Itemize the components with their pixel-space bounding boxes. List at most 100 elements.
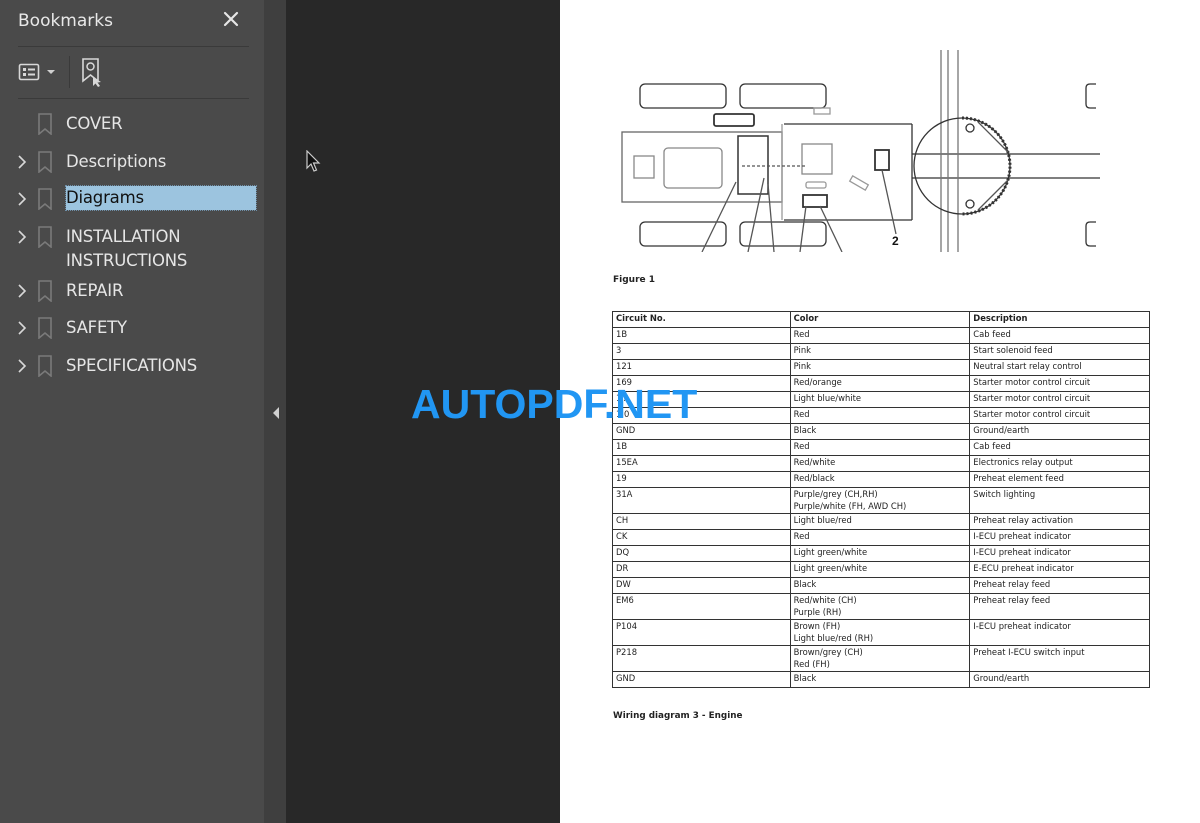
circuit-cell: 1 0 xyxy=(612,407,791,424)
description-cell: Cab feed xyxy=(969,439,1150,456)
color-cell: Pink xyxy=(789,343,971,360)
callout-lines xyxy=(701,177,843,252)
bookmark-icon xyxy=(38,279,52,302)
circuit-cell: DW xyxy=(612,577,791,594)
circuit-cell: 1B xyxy=(612,327,791,344)
bookmark-item-installation-instructions[interactable]: INSTALLATION INSTRUCTIONS xyxy=(0,219,264,273)
bookmark-icon xyxy=(38,150,52,173)
color-cell: Red/orange xyxy=(789,375,971,392)
table-row: CK Red I-ECU preheat indicator xyxy=(612,529,1150,546)
description-cell: Switch lighting xyxy=(969,487,1150,514)
front-wheel xyxy=(1085,221,1096,247)
table-row: 15EA Red/white Electronics relay output xyxy=(612,455,1150,472)
circuit-cell: DQ xyxy=(612,545,791,562)
machine-diagram: 2 xyxy=(621,50,1100,252)
color-line: Pink xyxy=(793,345,811,355)
bookmark-icon xyxy=(38,225,52,248)
table-row: 1B Red Cab feed xyxy=(612,439,1150,456)
color-line: Purple/grey (CH,RH) xyxy=(793,489,878,499)
find-current-bookmark-button[interactable] xyxy=(80,58,108,87)
bookmark-item-diagrams[interactable]: Diagrams xyxy=(0,181,264,219)
bookmarks-panel: Bookmarks COVER Descriptions Diagrams IN… xyxy=(0,0,264,823)
color-cell: Red/black xyxy=(789,471,971,488)
component-2 xyxy=(874,149,890,171)
bookmark-label-line: INSTRUCTIONS xyxy=(66,250,188,270)
panel-splitter[interactable] xyxy=(264,0,286,823)
divider xyxy=(18,46,249,47)
table-body: 1B Red Cab feed 3 Pink Start solenoid feed 121… xyxy=(612,327,1150,688)
color-line: Red/white xyxy=(793,457,836,467)
circuit-cell: P218 xyxy=(612,645,791,672)
chevron-right-icon[interactable] xyxy=(15,282,29,300)
table-row: 31A Purple/grey (CH,RH) Purple/white (FH, … xyxy=(612,487,1150,514)
description-cell: E-ECU preheat indicator xyxy=(969,561,1150,578)
chevron-right-icon[interactable] xyxy=(15,357,29,375)
bookmark-item-descriptions[interactable]: Descriptions xyxy=(0,144,264,182)
bookmark-icon xyxy=(38,113,52,135)
chevron-right-icon[interactable] xyxy=(15,190,29,208)
wheel xyxy=(739,83,827,109)
toolbar-divider xyxy=(69,56,70,88)
collapse-left-icon[interactable] xyxy=(271,405,281,421)
column-header: Color xyxy=(789,311,971,328)
table-row: GND Black Ground/earth xyxy=(612,671,1150,688)
table-row: 19 Red/black Preheat element feed xyxy=(612,471,1150,488)
description-cell: Ground/earth xyxy=(969,671,1150,688)
description-cell: I-ECU preheat indicator xyxy=(969,619,1150,646)
column-header: Circuit No. xyxy=(612,311,791,328)
color-cell: Purple/grey (CH,RH) Purple/white (FH, AWD… xyxy=(789,487,971,514)
bookmark-icon xyxy=(38,188,52,210)
color-line: Red/white (CH) xyxy=(793,595,857,605)
table-row: 3 Pink Start solenoid feed xyxy=(612,343,1150,360)
color-line: Red/black xyxy=(793,473,835,483)
description-cell: Starter motor control circuit xyxy=(969,375,1150,392)
color-cell: Red xyxy=(789,529,971,546)
description-cell: I-ECU preheat indicator xyxy=(969,529,1150,546)
chevron-right-icon[interactable] xyxy=(15,319,29,337)
circuit-cell: GND xyxy=(612,423,791,440)
chevron-right-icon[interactable] xyxy=(15,153,29,171)
table-row: 169 Red/orange Starter motor control circu… xyxy=(612,375,1150,392)
color-line: Red xyxy=(793,409,810,419)
color-line: Red xyxy=(793,441,810,451)
description-cell: Electronics relay output xyxy=(969,455,1150,472)
wheel xyxy=(639,221,727,247)
figure-caption: Figure 1 xyxy=(613,275,656,285)
color-line: Black xyxy=(793,579,817,589)
table-row: DW Black Preheat relay feed xyxy=(612,577,1150,594)
circuit-cell: 19 xyxy=(612,471,791,488)
chevron-right-icon[interactable] xyxy=(15,228,29,246)
color-cell: Pink xyxy=(789,359,971,376)
bookmark-label: COVER xyxy=(66,114,123,133)
description-cell: Preheat relay feed xyxy=(969,593,1150,620)
bookmark-label: Descriptions xyxy=(66,151,167,171)
description-cell: Start solenoid feed xyxy=(969,343,1150,360)
list-options-icon xyxy=(18,63,40,81)
bookmark-label: INSTALLATION INSTRUCTIONS xyxy=(66,219,187,273)
color-line: Light blue/red xyxy=(793,515,852,525)
bookmark-item-cover[interactable]: COVER xyxy=(0,106,264,144)
circuit-cell: 1B xyxy=(612,439,791,456)
description-cell: Ground/earth xyxy=(969,423,1150,440)
description-cell: Starter motor control circuit xyxy=(969,407,1150,424)
bookmark-item-safety[interactable]: SAFETY xyxy=(0,310,264,348)
table-header-row: Circuit No. Color Description xyxy=(612,311,1150,328)
description-cell: Starter motor control circuit xyxy=(969,391,1150,408)
close-panel-button[interactable] xyxy=(218,6,244,32)
bookmark-item-repair[interactable]: REPAIR xyxy=(0,273,264,311)
engine xyxy=(663,147,723,189)
wheel xyxy=(639,83,727,109)
circuit-cell: 169 xyxy=(612,375,791,392)
bookmark-options-button[interactable] xyxy=(18,58,56,86)
bookmark-tree: COVER Descriptions Diagrams INSTALLATION… xyxy=(0,106,264,385)
rear-frame xyxy=(621,131,783,203)
color-line: Red (FH) xyxy=(793,658,830,669)
table-row: 121 Pink Neutral start relay control xyxy=(612,359,1150,376)
bookmark-item-specifications[interactable]: SPECIFICATIONS xyxy=(0,348,264,386)
table-row: EM6 Red/white (CH) Purple (RH) Preheat rela… xyxy=(612,593,1150,620)
bookmark-label: SAFETY xyxy=(66,318,127,337)
table-row: P104 Brown (FH) Light blue/red (RH) I-ECU p… xyxy=(612,619,1150,646)
find-current-bookmark-icon xyxy=(82,58,101,87)
circuit-cell: CH xyxy=(612,513,791,530)
color-line: Black xyxy=(793,425,817,435)
